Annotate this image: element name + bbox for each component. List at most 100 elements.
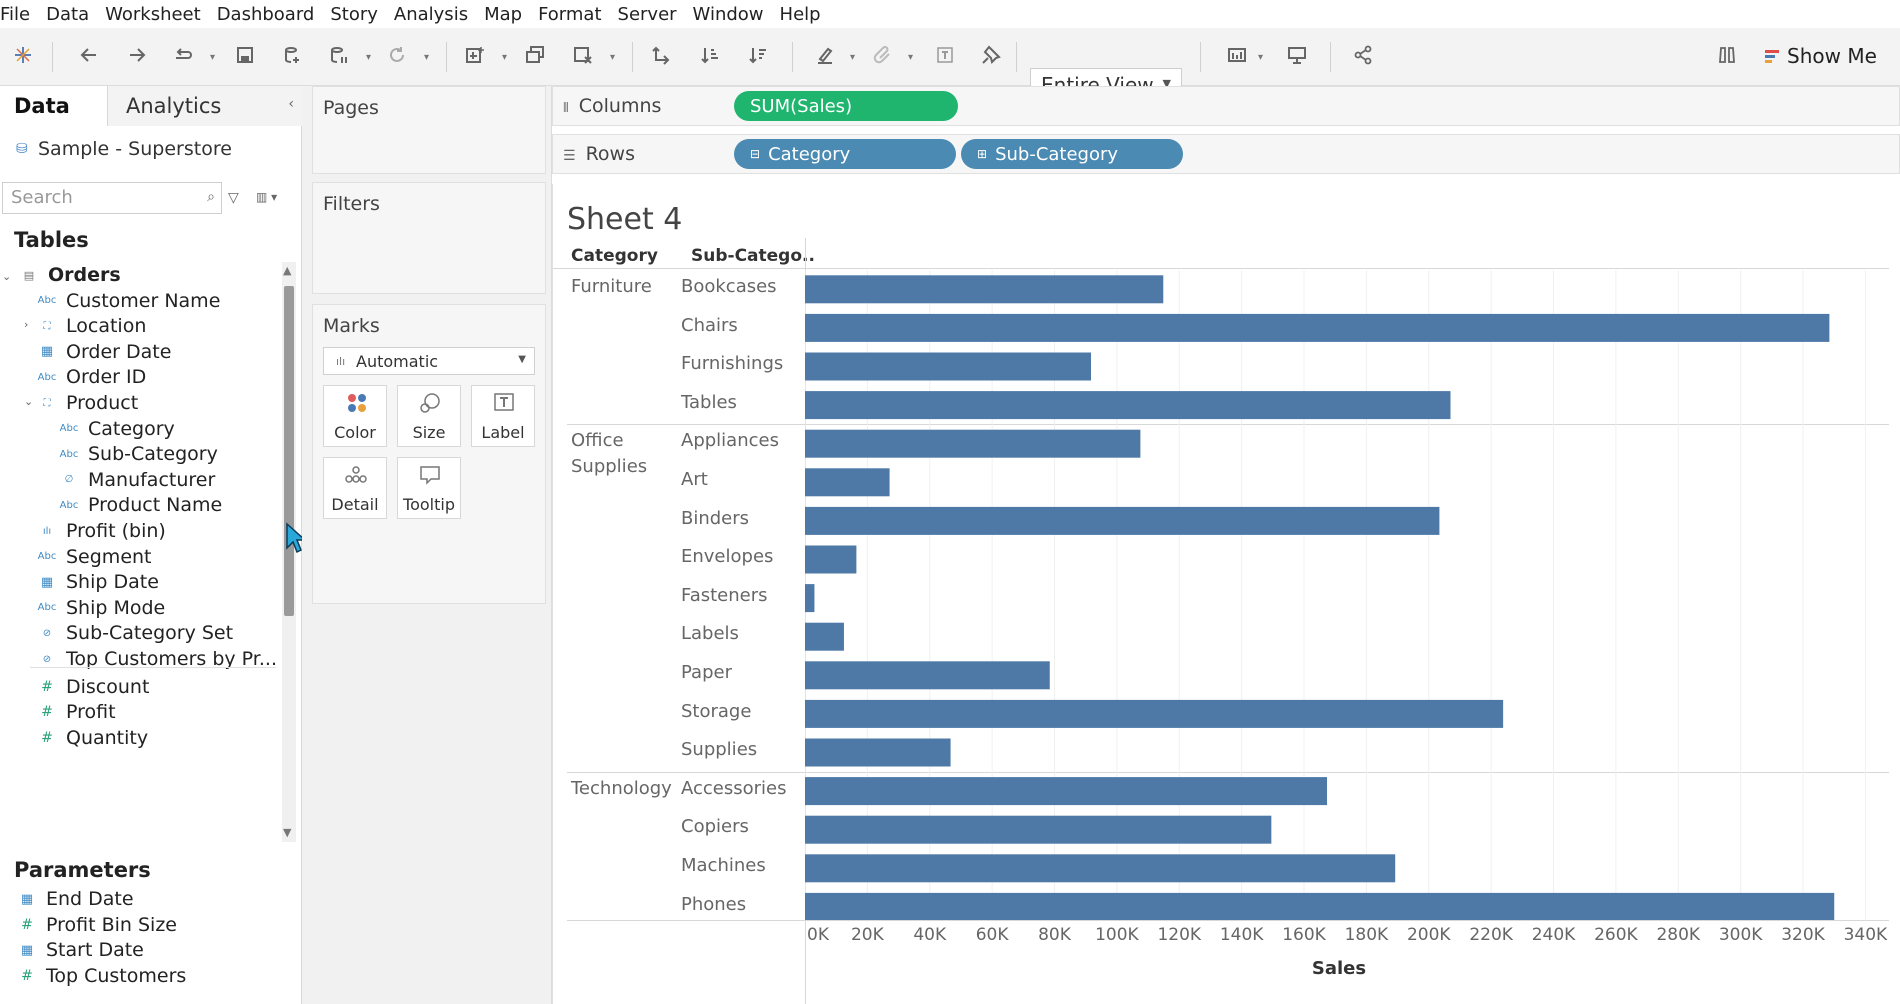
- pause-dropdown-icon[interactable]: ▾: [366, 52, 371, 63]
- mark-type-select[interactable]: ılı Automatic ▼: [323, 347, 535, 375]
- sort-ascending-icon[interactable]: [698, 40, 724, 70]
- menu-server[interactable]: Server: [618, 4, 677, 25]
- bar-machines[interactable]: [805, 854, 1396, 883]
- scroll-down-icon[interactable]: ▼: [283, 826, 291, 839]
- bar-envelopes[interactable]: [805, 545, 857, 574]
- subcategory-label-art[interactable]: Art: [681, 469, 708, 490]
- category-label-office-supplies[interactable]: Office Supplies: [571, 428, 647, 480]
- duplicate-icon[interactable]: [522, 40, 548, 70]
- new-worksheet-dropdown-icon[interactable]: ▾: [502, 52, 507, 63]
- x-axis-title[interactable]: Sales: [1312, 958, 1366, 979]
- subcategory-label-furnishings[interactable]: Furnishings: [681, 353, 783, 374]
- parameter-top-customers[interactable]: # Top Customers: [16, 961, 186, 991]
- highlight-dropdown-icon[interactable]: ▾: [850, 52, 855, 63]
- subcategory-label-fasteners[interactable]: Fasteners: [681, 585, 768, 606]
- detail-button[interactable]: Detail: [323, 457, 387, 519]
- subcategory-label-tables[interactable]: Tables: [681, 392, 737, 413]
- new-datasource-icon[interactable]: [280, 40, 306, 70]
- menu-window[interactable]: Window: [693, 4, 764, 25]
- new-worksheet-icon[interactable]: [462, 40, 488, 70]
- show-cards-icon[interactable]: [1224, 40, 1250, 70]
- color-button[interactable]: Color: [323, 385, 387, 447]
- tab-analytics[interactable]: Analytics ‹: [108, 86, 302, 126]
- field-quantity[interactable]: # Quantity: [36, 723, 148, 753]
- pause-updates-icon[interactable]: [326, 40, 352, 70]
- refresh-icon[interactable]: [384, 40, 410, 70]
- swap-rows-columns-icon[interactable]: [648, 40, 674, 70]
- refresh-dropdown-icon[interactable]: ▾: [424, 52, 429, 63]
- presentation-mode-icon[interactable]: [1284, 40, 1310, 70]
- menu-file[interactable]: File: [0, 4, 30, 25]
- filters-card[interactable]: Filters: [312, 182, 546, 294]
- help-binoculars-icon[interactable]: [1714, 40, 1740, 70]
- subcategory-label-bookcases[interactable]: Bookcases: [681, 276, 777, 297]
- category-header[interactable]: Category: [571, 246, 658, 266]
- bar-fasteners[interactable]: [805, 584, 815, 613]
- menu-analysis[interactable]: Analysis: [394, 4, 468, 25]
- fix-axes-icon[interactable]: [978, 40, 1004, 70]
- save-icon[interactable]: [232, 40, 258, 70]
- tooltip-button[interactable]: Tooltip: [397, 457, 461, 519]
- menu-dashboard[interactable]: Dashboard: [217, 4, 315, 25]
- pages-card[interactable]: Pages: [312, 86, 546, 174]
- menu-story[interactable]: Story: [330, 4, 378, 25]
- x-axis[interactable]: 0K 20K 40K 60K 80K 100K 120K 140K 160K 180K 200K 22…: [805, 916, 1893, 1004]
- bar-accessories[interactable]: [805, 777, 1328, 806]
- subcategory-label-supplies[interactable]: Supplies: [681, 739, 757, 760]
- subcategory-label-paper[interactable]: Paper: [681, 662, 732, 683]
- group-dropdown-icon[interactable]: ▾: [908, 52, 913, 63]
- menu-map[interactable]: Map: [484, 4, 522, 25]
- bar-copiers[interactable]: [805, 815, 1272, 844]
- subcategory-label-copiers[interactable]: Copiers: [681, 816, 749, 837]
- category-label-technology[interactable]: Technology: [571, 776, 672, 802]
- subcategory-label-phones[interactable]: Phones: [681, 894, 746, 915]
- sort-descending-icon[interactable]: [746, 40, 772, 70]
- menu-format[interactable]: Format: [538, 4, 601, 25]
- bar-plot-area[interactable]: [805, 270, 1893, 920]
- subcategory-label-storage[interactable]: Storage: [681, 701, 751, 722]
- highlight-icon[interactable]: [812, 40, 838, 70]
- menu-help[interactable]: Help: [780, 4, 821, 25]
- clear-dropdown-icon[interactable]: ▾: [610, 52, 615, 63]
- columns-shelf[interactable]: ⦀ Columns SUM(Sales): [552, 86, 1900, 126]
- group-members-icon[interactable]: [870, 40, 896, 70]
- subcategory-label-binders[interactable]: Binders: [681, 508, 749, 529]
- search-input[interactable]: Search ⌕: [2, 182, 222, 214]
- subcategory-label-machines[interactable]: Machines: [681, 855, 766, 876]
- redo-icon[interactable]: [124, 40, 150, 70]
- show-mark-labels-icon[interactable]: [932, 40, 958, 70]
- bar-storage[interactable]: [805, 699, 1504, 728]
- scroll-up-icon[interactable]: ▲: [283, 264, 291, 277]
- subcategory-label-chairs[interactable]: Chairs: [681, 315, 738, 336]
- bar-chairs[interactable]: [805, 313, 1830, 342]
- tab-data[interactable]: Data: [0, 86, 108, 126]
- menu-worksheet[interactable]: Worksheet: [105, 4, 201, 25]
- sheet-title[interactable]: Sheet 4: [567, 202, 682, 237]
- category-label-furniture[interactable]: Furniture: [571, 274, 652, 300]
- bar-appliances[interactable]: [805, 429, 1141, 458]
- view-options-icon[interactable]: ▥ ▾: [256, 190, 277, 204]
- size-button[interactable]: Size: [397, 385, 461, 447]
- bar-bookcases[interactable]: [805, 275, 1164, 304]
- show-me-button[interactable]: Show Me: [1765, 44, 1877, 68]
- bar-furnishings[interactable]: [805, 352, 1092, 381]
- subcategory-label-envelopes[interactable]: Envelopes: [681, 546, 773, 567]
- show-cards-dropdown-icon[interactable]: ▾: [1258, 52, 1263, 63]
- share-icon[interactable]: [1350, 40, 1376, 70]
- datasource-item[interactable]: ⛁ Sample - Superstore: [16, 138, 232, 160]
- menu-data[interactable]: Data: [46, 4, 89, 25]
- field-top-customers-by-pr[interactable]: ⊘ Top Customers by Pr...: [36, 644, 277, 674]
- bar-binders[interactable]: [805, 506, 1440, 535]
- category-pill[interactable]: ⊟ Category: [734, 139, 956, 169]
- rows-shelf[interactable]: ☰ Rows ⊟ Category ⊞ Sub-Category: [552, 134, 1900, 174]
- subcategory-header[interactable]: Sub-Catego..: [691, 246, 815, 266]
- bar-art[interactable]: [805, 468, 890, 497]
- chevron-down-icon[interactable]: ⌄: [24, 395, 33, 408]
- tableau-logo-icon[interactable]: [10, 40, 36, 70]
- subcategory-label-appliances[interactable]: Appliances: [681, 430, 779, 451]
- sum-sales-pill[interactable]: SUM(Sales): [734, 91, 958, 121]
- label-button[interactable]: Label: [471, 385, 535, 447]
- scroll-thumb[interactable]: [284, 286, 294, 616]
- bar-tables[interactable]: [805, 391, 1451, 420]
- subcategory-label-labels[interactable]: Labels: [681, 623, 739, 644]
